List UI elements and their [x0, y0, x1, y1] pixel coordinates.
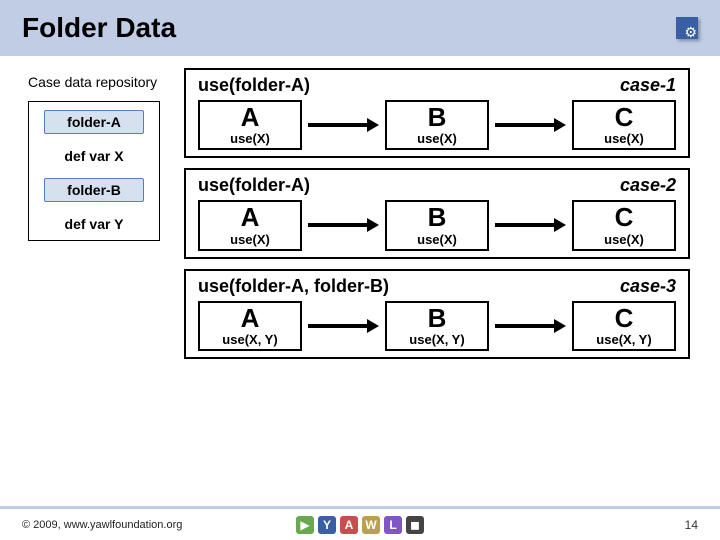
case-id: case-2	[620, 175, 676, 196]
case-box: use(folder-A) case-2 A use(X) B use(X) C…	[184, 168, 690, 258]
case-id: case-3	[620, 276, 676, 297]
repo-item-var: def var X	[64, 148, 123, 164]
task-letter: C	[574, 305, 674, 332]
repository-panel: Case data repository folder-A def var X …	[28, 74, 166, 241]
slide-title: Folder Data	[22, 12, 176, 44]
task-node: C use(X)	[572, 200, 676, 250]
task-letter: B	[387, 204, 487, 231]
flow: A use(X) B use(X) C use(X)	[198, 200, 676, 250]
flow: A use(X) B use(X) C use(X)	[198, 100, 676, 150]
repository-label: Case data repository	[28, 74, 166, 91]
arrow-icon	[495, 321, 566, 331]
repo-item-folder: folder-B	[44, 178, 144, 202]
task-sub: use(X)	[387, 131, 487, 146]
task-sub: use(X)	[200, 232, 300, 247]
logo-letter: Y	[318, 516, 336, 534]
task-letter: C	[574, 104, 674, 131]
case-header: use(folder-A) case-1	[198, 75, 676, 96]
task-node: B use(X)	[385, 200, 489, 250]
case-id: case-1	[620, 75, 676, 96]
repo-item-folder: folder-A	[44, 110, 144, 134]
slide-body: Case data repository folder-A def var X …	[0, 56, 720, 486]
case-header: use(folder-A, folder-B) case-3	[198, 276, 676, 297]
task-letter: B	[387, 104, 487, 131]
task-sub: use(X)	[574, 131, 674, 146]
arrow-icon	[308, 120, 379, 130]
case-use-label: use(folder-A, folder-B)	[198, 276, 389, 297]
task-sub: use(X)	[200, 131, 300, 146]
task-node: A use(X, Y)	[198, 301, 302, 351]
task-node: A use(X)	[198, 200, 302, 250]
task-node: C use(X, Y)	[572, 301, 676, 351]
logo-letter: W	[362, 516, 380, 534]
copyright-text: © 2009, www.yawlfoundation.org	[22, 519, 182, 531]
flow: A use(X, Y) B use(X, Y) C use(X, Y)	[198, 301, 676, 351]
task-letter: A	[200, 204, 300, 231]
case-use-label: use(folder-A)	[198, 75, 310, 96]
task-node: C use(X)	[572, 100, 676, 150]
cases-column: use(folder-A) case-1 A use(X) B use(X) C…	[184, 68, 690, 359]
task-node: B use(X)	[385, 100, 489, 150]
page-number: 14	[685, 518, 698, 532]
arrow-icon	[308, 220, 379, 230]
arrow-icon	[495, 220, 566, 230]
arrow-icon	[308, 321, 379, 331]
task-letter: A	[200, 305, 300, 332]
case-box: use(folder-A, folder-B) case-3 A use(X, …	[184, 269, 690, 359]
slide-footer: © 2009, www.yawlfoundation.org ▶ Y A W L…	[0, 506, 720, 540]
task-sub: use(X, Y)	[574, 332, 674, 347]
repository-box: folder-A def var X folder-B def var Y	[28, 101, 160, 241]
arrow-icon	[495, 120, 566, 130]
repo-item-var: def var Y	[65, 216, 124, 232]
slide-header: Folder Data	[0, 0, 720, 56]
yawl-logo-icon	[676, 17, 698, 39]
task-letter: C	[574, 204, 674, 231]
case-header: use(folder-A) case-2	[198, 175, 676, 196]
task-sub: use(X, Y)	[387, 332, 487, 347]
task-sub: use(X)	[574, 232, 674, 247]
task-node: B use(X, Y)	[385, 301, 489, 351]
task-sub: use(X)	[387, 232, 487, 247]
play-icon: ▶	[296, 516, 314, 534]
stop-icon: ◼	[406, 516, 424, 534]
task-letter: A	[200, 104, 300, 131]
logo-letter: L	[384, 516, 402, 534]
logo-letter: A	[340, 516, 358, 534]
case-use-label: use(folder-A)	[198, 175, 310, 196]
case-box: use(folder-A) case-1 A use(X) B use(X) C…	[184, 68, 690, 158]
task-sub: use(X, Y)	[200, 332, 300, 347]
footer-logo: ▶ Y A W L ◼	[296, 516, 424, 534]
task-node: A use(X)	[198, 100, 302, 150]
task-letter: B	[387, 305, 487, 332]
